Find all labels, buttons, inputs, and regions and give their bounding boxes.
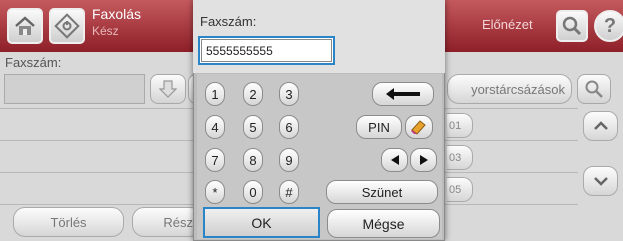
row-divider (443, 140, 578, 141)
row-divider (0, 204, 200, 205)
eraser-icon (411, 120, 426, 135)
key-hash[interactable]: # (279, 180, 299, 204)
key-4[interactable]: 4 (205, 115, 225, 139)
speed-dial-button[interactable]: yorstárcsázások (447, 74, 572, 104)
key-7[interactable]: 7 (205, 148, 225, 172)
speed-dial-entry[interactable]: 05 (447, 177, 473, 202)
cursor-right-button[interactable] (410, 148, 437, 172)
row-divider (0, 172, 200, 173)
row-divider (443, 108, 578, 109)
key-1[interactable]: 1 (205, 82, 225, 106)
key-5[interactable]: 5 (243, 115, 263, 139)
status-text: Kész (92, 24, 119, 38)
preview-button[interactable] (556, 10, 588, 42)
fax-number-input[interactable]: 5555555555 (198, 36, 335, 65)
fax-number-label: Faxszám: (5, 55, 62, 70)
key-3[interactable]: 3 (279, 82, 299, 106)
cursor-left-button[interactable] (381, 148, 408, 172)
key-8[interactable]: 8 (243, 148, 263, 172)
delete-button[interactable]: Törlés (13, 207, 124, 237)
clear-button[interactable] (405, 115, 433, 139)
speed-dial-search-button[interactable] (577, 74, 611, 104)
pause-button[interactable]: Szünet (326, 180, 438, 204)
triangle-left-icon (390, 155, 399, 165)
row-divider (443, 172, 578, 173)
scroll-down-button[interactable] (583, 166, 618, 196)
help-icon: ? (603, 14, 617, 37)
app-title: Faxolás (92, 6, 142, 22)
phonebook-button[interactable] (150, 74, 186, 104)
home-icon (15, 16, 35, 35)
cancel-button[interactable]: Mégse (327, 209, 440, 238)
speed-dial-entry[interactable]: 01 (447, 113, 473, 138)
ok-button[interactable]: OK (203, 207, 320, 238)
backspace-button[interactable] (372, 82, 434, 106)
key-star[interactable]: * (205, 180, 225, 204)
resolution-button[interactable]: Rész (132, 207, 202, 237)
fax-number-field[interactable] (4, 74, 145, 104)
scroll-up-button[interactable] (583, 111, 618, 141)
key-2[interactable]: 2 (243, 82, 263, 106)
pin-button[interactable]: PIN (356, 115, 402, 139)
chevron-up-icon (593, 121, 608, 130)
row-divider (443, 204, 578, 205)
row-divider (0, 108, 200, 109)
key-6[interactable]: 6 (279, 115, 299, 139)
triangle-right-icon (419, 155, 428, 165)
down-arrow-icon (159, 80, 177, 98)
row-divider (0, 140, 200, 141)
preview-label: Előnézet (482, 17, 533, 32)
start-button[interactable] (49, 8, 85, 44)
home-button[interactable] (7, 8, 43, 44)
dialog-label: Faxszám: (200, 14, 257, 29)
search-icon (585, 80, 603, 98)
key-9[interactable]: 9 (279, 148, 299, 172)
chevron-down-icon (593, 177, 608, 186)
key-0[interactable]: 0 (243, 180, 263, 204)
backspace-arrow-icon (386, 88, 420, 100)
magnifier-icon (562, 16, 582, 36)
help-button[interactable]: ? (594, 10, 623, 42)
speed-dial-entry[interactable]: 03 (447, 145, 473, 170)
start-icon (54, 13, 80, 39)
